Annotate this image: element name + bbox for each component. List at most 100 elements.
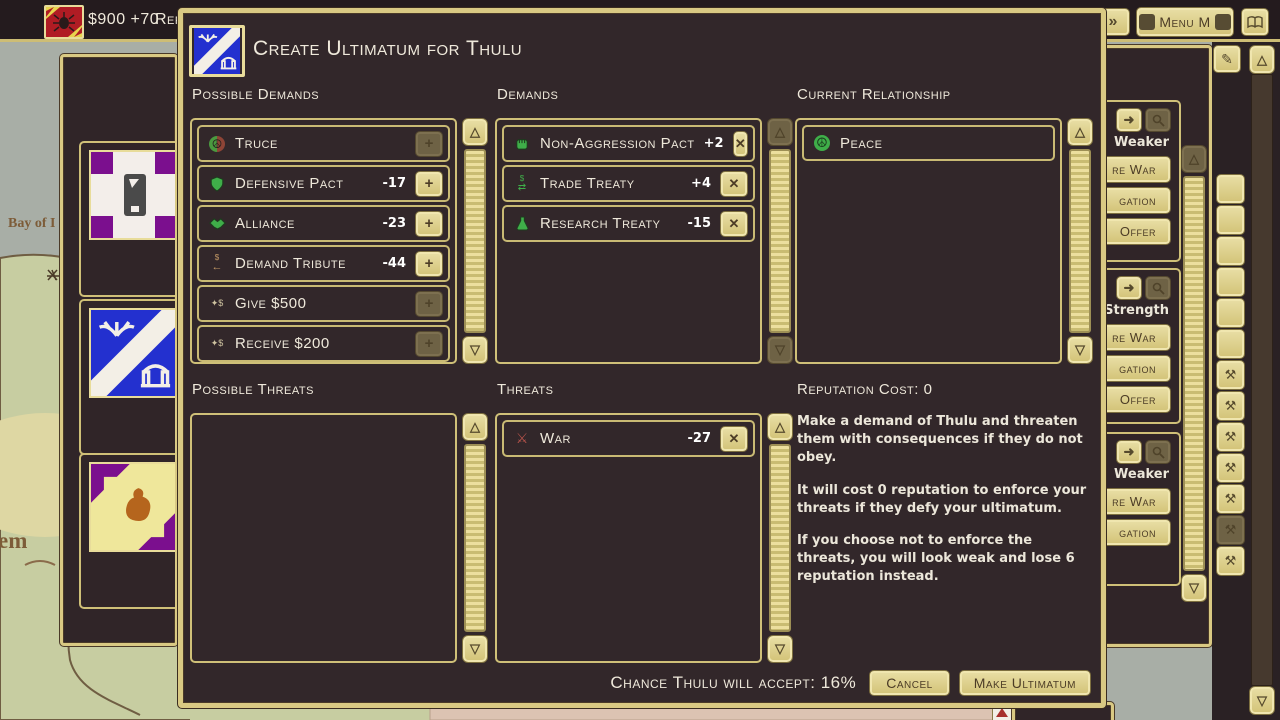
nation-card[interactable]: [79, 299, 178, 455]
relations-scrollbar[interactable]: △ ▽: [1181, 145, 1207, 602]
remove-icon: ✕: [735, 136, 746, 152]
demands-scrollbar[interactable]: △ ▽: [767, 118, 793, 364]
scroll-down-button[interactable]: ▽: [1067, 336, 1093, 364]
build-button[interactable]: ⚒: [1216, 453, 1245, 483]
threats-scrollbar[interactable]: △ ▽: [767, 413, 793, 663]
list-item-demand-tribute[interactable]: $← Demand Tribute -44 +: [197, 245, 450, 282]
current-relationship-list: ☮ Peace: [795, 118, 1062, 364]
scrollbar-thumb[interactable]: [769, 149, 791, 333]
add-demand-button[interactable]: +: [415, 171, 443, 197]
scroll-down-button[interactable]: ▽: [462, 336, 488, 364]
scroll-up-button: △: [767, 118, 793, 146]
scrollbar-thumb[interactable]: [464, 444, 486, 632]
up-arrow-icon: △: [775, 419, 785, 435]
map-scrollbar[interactable]: △ ▽: [1249, 45, 1275, 715]
inspect-nation-button[interactable]: [1145, 276, 1171, 300]
scroll-up-button[interactable]: △: [767, 413, 793, 441]
build-button[interactable]: ⚒: [1216, 391, 1245, 421]
item-label: Alliance: [235, 215, 295, 232]
hammer-icon: ⚒: [1225, 460, 1237, 476]
threats-section: ⚔ War -27 ✕ △ ▽: [495, 413, 793, 663]
inspect-nation-button[interactable]: [1145, 108, 1171, 132]
scroll-up-button[interactable]: △: [1067, 118, 1093, 146]
demands-list: Non-Aggression Pact +2 ✕ $⇄ Trade Treaty…: [495, 118, 762, 364]
scrollbar-thumb[interactable]: [464, 149, 486, 333]
possible-demands-scrollbar[interactable]: △ ▽: [462, 118, 488, 364]
item-label: Receive $200: [235, 335, 330, 352]
up-arrow-icon: △: [775, 124, 785, 140]
cancel-button[interactable]: Cancel: [869, 670, 949, 696]
remove-demand-button[interactable]: ✕: [733, 131, 748, 157]
goto-nation-button[interactable]: ➜: [1116, 440, 1142, 464]
remove-icon: ✕: [729, 216, 740, 232]
list-item-defensive-pact[interactable]: Defensive Pact -17 +: [197, 165, 450, 202]
item-value: +4: [691, 176, 711, 191]
scroll-up-button[interactable]: △: [462, 118, 488, 146]
hammer-icon: ⚒: [1225, 553, 1237, 569]
menu-button[interactable]: Menu M: [1159, 14, 1210, 30]
peace-icon: ☮: [813, 135, 831, 151]
list-item-trade-treaty[interactable]: $⇄ Trade Treaty +4 ✕: [502, 165, 755, 202]
nation-card[interactable]: [79, 453, 178, 609]
scroll-down-button[interactable]: ▽: [1249, 686, 1275, 715]
build-button[interactable]: ⚒: [1216, 360, 1245, 390]
item-label: Defensive Pact: [235, 175, 343, 192]
build-button[interactable]: ⚒: [1216, 546, 1245, 576]
description-paragraph: It will cost 0 reputation to enforce you…: [797, 482, 1089, 518]
list-item-receive-money[interactable]: ✦$ Receive $200 +: [197, 325, 450, 362]
threats-list: ⚔ War -27 ✕: [495, 413, 762, 663]
possible-threats-scrollbar[interactable]: △ ▽: [462, 413, 488, 663]
add-demand-button: +: [415, 131, 443, 157]
menu-left-slot[interactable]: [1139, 14, 1155, 30]
list-item-research-treaty[interactable]: Research Treaty -15 ✕: [502, 205, 755, 242]
goto-nation-button[interactable]: ➜: [1116, 276, 1142, 300]
scroll-down-button[interactable]: ▽: [767, 635, 793, 663]
list-item-truce[interactable]: ☮ Truce +: [197, 125, 450, 162]
scrollbar-thumb[interactable]: [1069, 149, 1091, 333]
list-slot-button[interactable]: [1216, 236, 1245, 266]
scroll-down-button[interactable]: ▽: [1181, 574, 1207, 602]
scroll-up-button[interactable]: △: [1249, 45, 1275, 74]
nation-card[interactable]: [79, 141, 178, 297]
list-slot-button[interactable]: [1216, 298, 1245, 328]
nations-list-panel: [60, 54, 178, 646]
inspect-nation-button[interactable]: [1145, 440, 1171, 464]
scroll-up-button[interactable]: △: [1181, 145, 1207, 173]
remove-threat-button[interactable]: ✕: [720, 426, 748, 452]
menu-right-slot[interactable]: [1215, 14, 1231, 30]
add-demand-button[interactable]: +: [415, 251, 443, 277]
relationship-scrollbar[interactable]: △ ▽: [1067, 118, 1093, 364]
add-demand-button[interactable]: +: [415, 211, 443, 237]
edit-button[interactable]: ✎: [1213, 45, 1241, 73]
encyclopedia-button[interactable]: [1241, 8, 1269, 36]
treasury-amount: $900 +70: [88, 11, 159, 29]
list-item-war[interactable]: ⚔ War -27 ✕: [502, 420, 755, 457]
make-ultimatum-button[interactable]: Make Ultimatum: [959, 670, 1091, 696]
player-flag[interactable]: [44, 5, 84, 39]
build-button[interactable]: ⚒: [1216, 422, 1245, 452]
truce-icon: ☮: [208, 136, 226, 152]
build-button-disabled: ⚒: [1216, 515, 1245, 545]
scrollbar-thumb[interactable]: [1183, 176, 1205, 571]
remove-demand-button[interactable]: ✕: [720, 211, 748, 237]
possible-threats-list: [190, 413, 457, 663]
list-item-give-money[interactable]: ✦$ Give $500 +: [197, 285, 450, 322]
scroll-up-button[interactable]: △: [462, 413, 488, 441]
reputation-cost-header: Reputation Cost: 0: [797, 381, 932, 398]
hammer-icon: ⚒: [1225, 522, 1237, 538]
build-button[interactable]: ⚒: [1216, 484, 1245, 514]
list-slot-button[interactable]: [1216, 205, 1245, 235]
remove-demand-button[interactable]: ✕: [720, 171, 748, 197]
list-slot-button[interactable]: [1216, 267, 1245, 297]
marker-emblem: [996, 708, 1008, 717]
scrollbar-track[interactable]: [1251, 74, 1273, 686]
list-slot-button[interactable]: [1216, 174, 1245, 204]
scrollbar-thumb[interactable]: [769, 444, 791, 632]
list-slot-button[interactable]: [1216, 329, 1245, 359]
list-item-alliance[interactable]: Alliance -23 +: [197, 205, 450, 242]
goto-nation-button[interactable]: ➜: [1116, 108, 1142, 132]
add-icon: +: [425, 335, 434, 352]
scroll-down-button[interactable]: ▽: [462, 635, 488, 663]
hammer-icon: ⚒: [1225, 398, 1237, 414]
list-item-non-aggression[interactable]: Non-Aggression Pact +2 ✕: [502, 125, 755, 162]
